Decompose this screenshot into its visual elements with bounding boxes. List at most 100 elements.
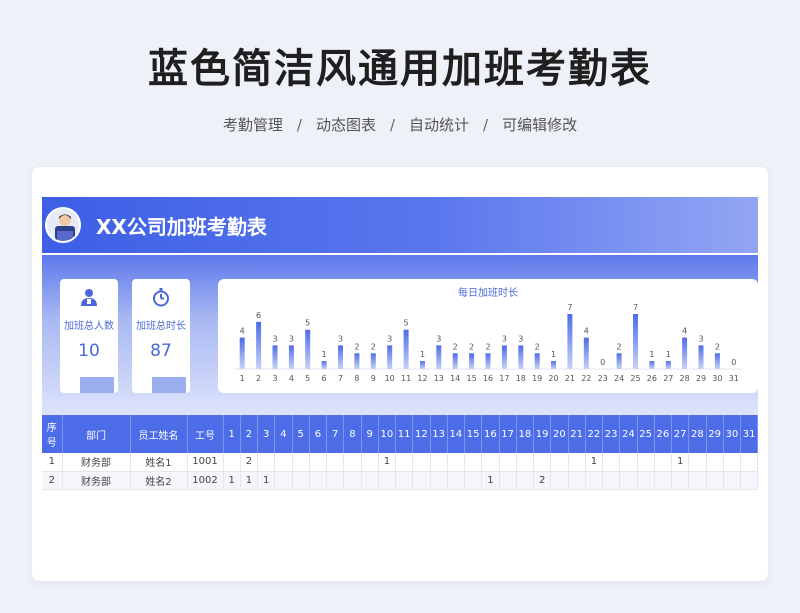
cell-day-hours[interactable] xyxy=(740,453,759,472)
cell-day-hours[interactable] xyxy=(550,453,569,472)
cell-day-hours[interactable] xyxy=(602,453,621,472)
cell-day-hours[interactable] xyxy=(499,471,517,490)
cell-day-hours[interactable] xyxy=(292,453,310,472)
cell-day-hours[interactable] xyxy=(516,471,535,490)
cell-day-hours[interactable] xyxy=(326,453,345,472)
cell-day-hours[interactable] xyxy=(706,453,724,472)
header-day[interactable]: 25 xyxy=(637,415,655,453)
cell-day-hours[interactable] xyxy=(326,471,345,490)
cell-day-hours[interactable] xyxy=(343,453,362,472)
header-day[interactable]: 3 xyxy=(257,415,276,453)
cell-day-hours[interactable] xyxy=(361,471,379,490)
cell-day-hours[interactable] xyxy=(619,471,638,490)
cell-no[interactable]: 1 xyxy=(42,453,63,472)
cell-id[interactable]: 1001 xyxy=(187,453,224,472)
cell-day-hours[interactable] xyxy=(585,471,604,490)
cell-day-hours[interactable] xyxy=(550,471,569,490)
header-dept[interactable]: 部门 xyxy=(62,415,131,453)
cell-day-hours[interactable] xyxy=(430,471,448,490)
cell-day-hours[interactable] xyxy=(499,453,517,472)
cell-day-hours[interactable] xyxy=(361,453,379,472)
cell-day-hours[interactable] xyxy=(481,453,500,472)
cell-name[interactable]: 姓名1 xyxy=(130,453,188,472)
cell-day-hours[interactable]: 1 xyxy=(585,453,604,472)
header-day[interactable]: 21 xyxy=(568,415,586,453)
header-day[interactable]: 28 xyxy=(688,415,707,453)
header-day[interactable]: 30 xyxy=(723,415,742,453)
cell-day-hours[interactable]: 1 xyxy=(378,453,397,472)
cell-day-hours[interactable] xyxy=(464,453,483,472)
cell-day-hours[interactable] xyxy=(706,471,724,490)
header-id[interactable]: 工号 xyxy=(187,415,224,453)
header-day[interactable]: 9 xyxy=(361,415,379,453)
cell-day-hours[interactable] xyxy=(274,453,293,472)
cell-day-hours[interactable]: 1 xyxy=(223,471,241,490)
cell-day-hours[interactable]: 1 xyxy=(481,471,500,490)
cell-day-hours[interactable] xyxy=(309,453,328,472)
cell-day-hours[interactable] xyxy=(723,453,742,472)
header-day[interactable]: 15 xyxy=(464,415,483,453)
header-day[interactable]: 16 xyxy=(481,415,500,453)
cell-no[interactable]: 2 xyxy=(42,471,63,490)
header-day[interactable]: 4 xyxy=(274,415,293,453)
cell-day-hours[interactable] xyxy=(464,471,483,490)
header-day[interactable]: 2 xyxy=(240,415,259,453)
cell-day-hours[interactable] xyxy=(223,453,241,472)
header-day[interactable]: 18 xyxy=(516,415,535,453)
cell-day-hours[interactable] xyxy=(619,453,638,472)
cell-day-hours[interactable] xyxy=(430,453,448,472)
cell-day-hours[interactable] xyxy=(688,453,707,472)
header-day[interactable]: 6 xyxy=(309,415,328,453)
header-no[interactable]: 序号 xyxy=(42,415,63,453)
header-day[interactable]: 5 xyxy=(292,415,310,453)
cell-day-hours[interactable]: 2 xyxy=(240,453,259,472)
cell-day-hours[interactable] xyxy=(516,453,535,472)
cell-day-hours[interactable] xyxy=(395,471,414,490)
header-day[interactable]: 27 xyxy=(671,415,690,453)
cell-dept[interactable]: 财务部 xyxy=(62,471,131,490)
header-day[interactable]: 13 xyxy=(430,415,448,453)
cell-day-hours[interactable] xyxy=(671,471,690,490)
cell-day-hours[interactable] xyxy=(274,471,293,490)
cell-name[interactable]: 姓名2 xyxy=(130,471,188,490)
cell-dept[interactable]: 财务部 xyxy=(62,453,131,472)
cell-day-hours[interactable] xyxy=(447,453,466,472)
header-day[interactable]: 12 xyxy=(412,415,431,453)
cell-day-hours[interactable] xyxy=(654,471,673,490)
cell-day-hours[interactable] xyxy=(378,471,397,490)
cell-day-hours[interactable]: 1 xyxy=(671,453,690,472)
cell-id[interactable]: 1002 xyxy=(187,471,224,490)
header-day[interactable]: 11 xyxy=(395,415,414,453)
header-day[interactable]: 14 xyxy=(447,415,466,453)
header-day[interactable]: 20 xyxy=(550,415,569,453)
cell-day-hours[interactable] xyxy=(257,453,276,472)
header-day[interactable]: 10 xyxy=(378,415,397,453)
header-day[interactable]: 7 xyxy=(326,415,345,453)
cell-day-hours[interactable] xyxy=(740,471,759,490)
cell-day-hours[interactable] xyxy=(688,471,707,490)
header-day[interactable]: 31 xyxy=(740,415,759,453)
header-day[interactable]: 29 xyxy=(706,415,724,453)
cell-day-hours[interactable] xyxy=(309,471,328,490)
cell-day-hours[interactable] xyxy=(654,453,673,472)
header-day[interactable]: 17 xyxy=(499,415,517,453)
cell-day-hours[interactable] xyxy=(447,471,466,490)
cell-day-hours[interactable] xyxy=(568,471,586,490)
header-day[interactable]: 19 xyxy=(533,415,552,453)
cell-day-hours[interactable] xyxy=(637,471,655,490)
header-day[interactable]: 26 xyxy=(654,415,673,453)
header-day[interactable]: 1 xyxy=(223,415,241,453)
header-day[interactable]: 23 xyxy=(602,415,621,453)
header-day[interactable]: 22 xyxy=(585,415,604,453)
header-name[interactable]: 员工姓名 xyxy=(130,415,188,453)
cell-day-hours[interactable] xyxy=(723,471,742,490)
cell-day-hours[interactable]: 1 xyxy=(257,471,276,490)
cell-day-hours[interactable] xyxy=(602,471,621,490)
cell-day-hours[interactable] xyxy=(395,453,414,472)
cell-day-hours[interactable] xyxy=(292,471,310,490)
header-day[interactable]: 8 xyxy=(343,415,362,453)
cell-day-hours[interactable] xyxy=(533,453,552,472)
header-day[interactable]: 24 xyxy=(619,415,638,453)
cell-day-hours[interactable] xyxy=(412,471,431,490)
cell-day-hours[interactable] xyxy=(637,453,655,472)
